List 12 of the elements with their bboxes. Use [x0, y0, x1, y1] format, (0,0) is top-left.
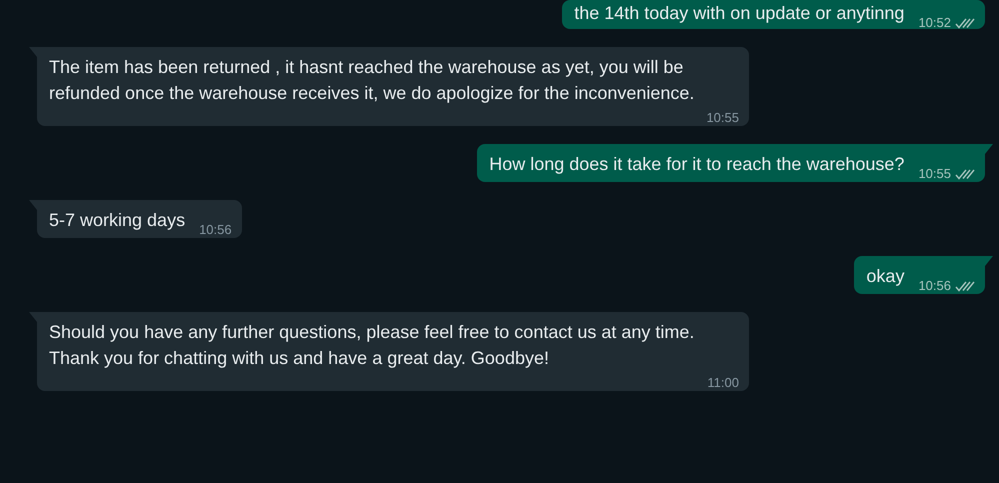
message-time: 10:56 [918, 278, 951, 293]
message-time: 10:55 [706, 110, 739, 125]
message-text: The item has been returned , it hasnt reached the warehouse as yet, you will be refunded once the warehouse receives it, we do apologize for the inconvenience. [49, 56, 696, 105]
message-text: okay [866, 265, 904, 288]
message-text: How long does it take for it to reach the warehouse? [489, 153, 904, 176]
message-text: the 14th today with on update or anytinng [574, 2, 904, 25]
message-time: 10:56 [199, 222, 232, 237]
message-time: 10:55 [918, 166, 951, 181]
message-time: 11:00 [707, 375, 739, 390]
message-time: 10:52 [918, 15, 951, 30]
message-text: 5-7 working days [49, 209, 186, 232]
message-text: Should you have any further questions, please feel free to contact us at any time. Thank you for chatting with us and have a great day. Goodbye! [49, 321, 696, 370]
